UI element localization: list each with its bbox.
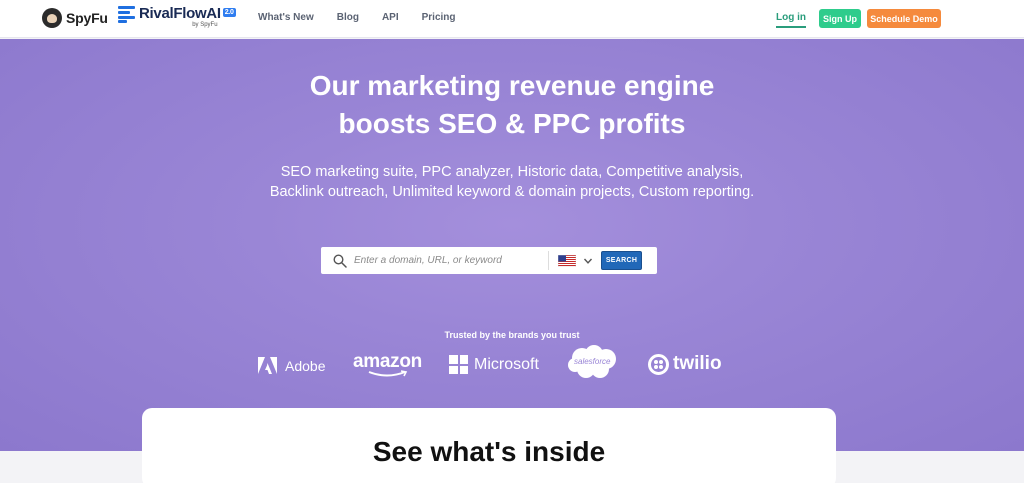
section-title: See what's inside: [372, 436, 606, 467]
hero-section: Our marketing revenue engine boosts SEO …: [0, 39, 1024, 451]
amazon-name: amazon: [353, 351, 422, 372]
hero-title: Our marketing revenue engine boosts SEO …: [0, 67, 1024, 143]
nav-whats-new[interactable]: What's New: [258, 12, 314, 23]
amazon-smile-icon: [368, 370, 408, 377]
microsoft-name: Microsoft: [474, 355, 539, 373]
features-card: See what's inside: [142, 408, 836, 483]
adobe-icon: [258, 357, 277, 374]
signup-button[interactable]: Sign Up: [819, 9, 861, 28]
main-nav: What's New Blog API Pricing: [258, 12, 479, 23]
brand-logos: Adobe amazon Microsoft salesforce twilio: [0, 344, 1024, 384]
login-link[interactable]: Log in: [776, 12, 806, 28]
rivalflow-logo[interactable]: RivalFlowAI 2.0 by SpyFu: [118, 6, 236, 28]
twilio-icon: [648, 353, 669, 375]
salesforce-name: salesforce: [574, 357, 611, 366]
site-header: SpyFu RivalFlowAI 2.0 by SpyFu What's Ne…: [0, 0, 1024, 38]
nav-pricing[interactable]: Pricing: [422, 12, 456, 23]
search-divider: [548, 251, 549, 270]
schedule-demo-button[interactable]: Schedule Demo: [867, 9, 941, 28]
microsoft-logo: Microsoft: [449, 355, 539, 374]
rivalflow-name: RivalFlowAI: [139, 5, 221, 22]
twilio-name: twilio: [673, 353, 722, 374]
us-flag-icon[interactable]: [558, 254, 576, 267]
hero-title-line-1: Our marketing revenue engine: [309, 70, 715, 101]
search-button[interactable]: SEARCH: [601, 251, 642, 270]
twilio-logo: twilio: [648, 353, 722, 375]
spyfu-logo[interactable]: SpyFu: [42, 8, 108, 28]
trusted-label: Trusted by the brands you trust: [444, 330, 580, 340]
nav-blog[interactable]: Blog: [337, 12, 359, 23]
chevron-down-icon[interactable]: [583, 256, 593, 266]
amazon-logo: amazon: [353, 352, 422, 378]
hero-title-line-2: boosts SEO & PPC profits: [338, 108, 686, 139]
search-bar: SEARCH: [321, 247, 657, 274]
nav-api[interactable]: API: [382, 12, 399, 23]
salesforce-logo: salesforce: [566, 344, 620, 380]
rivalflow-by-label: by SpyFu: [192, 22, 218, 28]
rivalflow-mark-icon: [118, 6, 135, 23]
search-icon: [333, 253, 347, 268]
microsoft-grid-icon: [449, 355, 468, 374]
rivalflow-version-badge: 2.0: [222, 8, 236, 17]
adobe-name: Adobe: [285, 357, 326, 374]
hero-subtitle: SEO marketing suite, PPC analyzer, Histo…: [269, 164, 755, 200]
spyfu-mascot-icon: [42, 8, 62, 28]
search-input[interactable]: [354, 255, 544, 266]
adobe-logo: Adobe: [258, 357, 325, 374]
spyfu-brand-name: SpyFu: [66, 10, 108, 26]
